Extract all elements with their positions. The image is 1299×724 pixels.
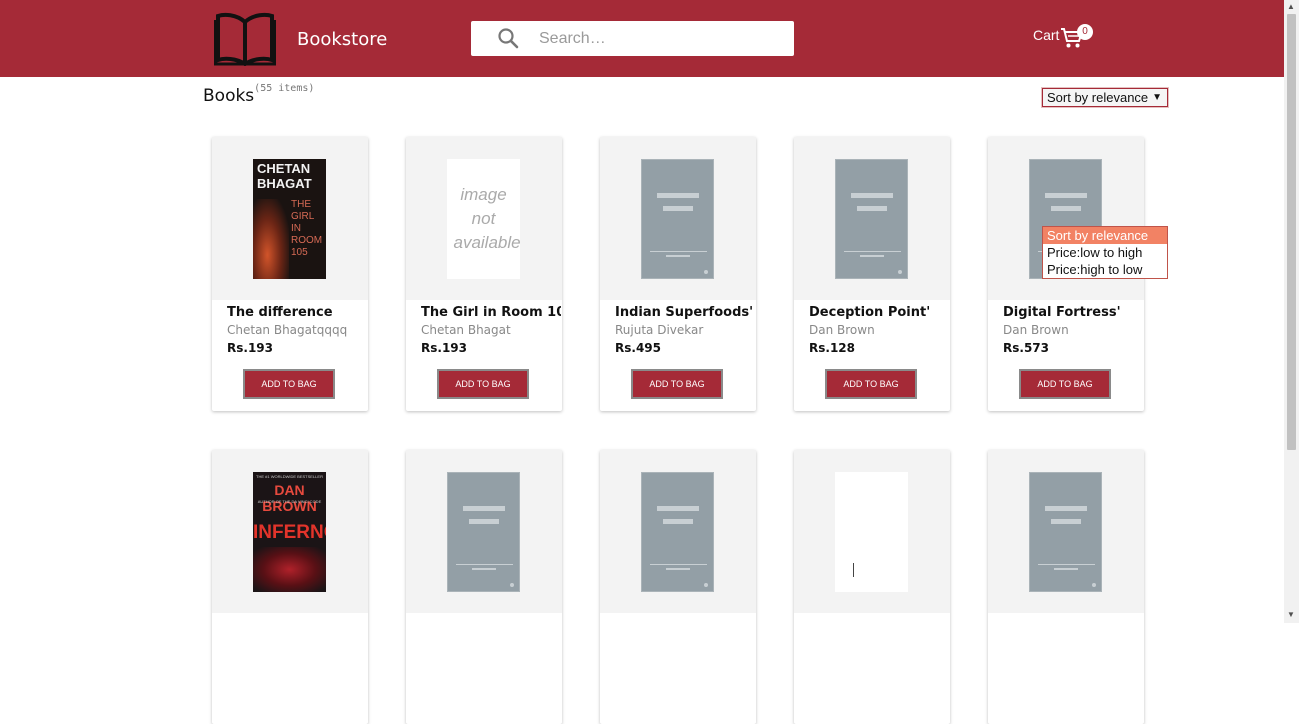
book-cover-image[interactable]: CHETAN BHAGAT THE GIRL IN ROOM 105 [253,159,326,279]
sort-option-price-high-low[interactable]: Price:high to low [1043,261,1167,278]
book-title[interactable]: Indian Superfoods' [615,305,755,320]
book-card[interactable]: image not available The Girl in Room 105… [406,137,562,411]
book-image-area [406,450,562,613]
book-card[interactable] [988,450,1144,724]
cover-author: DAN BROWN [262,482,317,514]
book-card[interactable] [406,450,562,724]
book-card[interactable]: THE #1 WORLDWIDE BESTSELLER DAN BROWN AU… [212,450,368,724]
book-cover-image[interactable]: image not available [447,159,521,279]
sort-option-price-low-high[interactable]: Price:low to high [1043,244,1167,261]
book-author: Chetan Bhagatqqqq [227,323,348,337]
book-author: Dan Brown [809,323,875,337]
book-title[interactable]: Deception Point' [809,305,949,320]
sort-dropdown-menu: Sort by relevance Price:low to high Pric… [1042,226,1168,279]
book-card[interactable]: Deception Point' Dan Brown Rs.128 ADD TO… [794,137,950,411]
book-title[interactable]: The Girl in Room 105' [421,305,561,320]
cover-art [253,199,289,279]
scroll-up-arrow-icon[interactable]: ▲ [1287,2,1295,11]
cover-title: THE GIRL IN ROOM 105 [291,199,323,258]
dropdown-arrow-icon: ▼ [1152,92,1162,103]
book-card[interactable]: Indian Superfoods' Rujuta Divekar Rs.495… [600,137,756,411]
cover-author: CHETAN BHAGAT [257,161,312,191]
book-cover-image[interactable] [835,159,908,279]
book-author: Dan Brown [1003,323,1069,337]
search-bar[interactable] [471,21,794,56]
add-to-bag-button[interactable]: ADD TO BAG [1019,369,1111,399]
book-image-area [600,137,756,300]
book-card[interactable] [794,450,950,724]
vertical-scrollbar[interactable]: ▲ ▼ [1284,0,1299,623]
cover-art [253,547,326,592]
sort-option-relevance[interactable]: Sort by relevance [1043,227,1167,244]
sort-select[interactable]: Sort by relevance ▼ [1042,88,1168,107]
cover-title: INFERNO [253,522,326,543]
book-price: Rs.573 [1003,341,1049,355]
book-image-area: CHETAN BHAGAT THE GIRL IN ROOM 105 [212,137,368,300]
scrollbar-thumb[interactable] [1287,14,1296,450]
add-to-bag-button[interactable]: ADD TO BAG [631,369,723,399]
sort-selected-value: Sort by relevance [1047,90,1149,105]
book-cover-image[interactable] [835,472,908,592]
book-image-area [794,137,950,300]
book-logo-icon[interactable] [214,10,276,66]
book-price: Rs.495 [615,341,661,355]
page-title: Books [203,86,255,106]
book-cover-image[interactable] [641,472,714,592]
book-card[interactable]: CHETAN BHAGAT THE GIRL IN ROOM 105 The d… [212,137,368,411]
book-card[interactable] [600,450,756,724]
book-image-area [988,450,1144,613]
scroll-down-arrow-icon[interactable]: ▼ [1287,610,1295,619]
book-price: Rs.193 [421,341,467,355]
page-heading: Books(55 items) [203,82,315,106]
book-image-area: image not available [406,137,562,300]
book-title[interactable]: Digital Fortress' [1003,305,1143,320]
add-to-bag-button[interactable]: ADD TO BAG [437,369,529,399]
brand-name[interactable]: Bookstore [297,29,387,50]
book-author: Chetan Bhagat [421,323,511,337]
cover-subtitle: AUTHOR OF THE DA VINCI CODE [257,499,322,504]
book-cover-image[interactable]: THE #1 WORLDWIDE BESTSELLER DAN BROWN AU… [253,472,326,592]
search-icon [498,28,519,49]
book-image-area [600,450,756,613]
book-image-area: THE #1 WORLDWIDE BESTSELLER DAN BROWN AU… [212,450,368,613]
add-to-bag-button[interactable]: ADD TO BAG [243,369,335,399]
book-cover-image[interactable] [1029,472,1102,592]
image-not-available-text: image not available [453,185,521,252]
cover-tagline: THE #1 WORLDWIDE BESTSELLER [256,474,323,479]
cart-count-badge: 0 [1077,24,1093,40]
search-input[interactable] [539,21,779,56]
book-cover-image[interactable] [641,159,714,279]
book-price: Rs.128 [809,341,855,355]
add-to-bag-button[interactable]: ADD TO BAG [825,369,917,399]
cart-button[interactable]: Cart 0 [1033,24,1093,50]
book-cover-image[interactable] [447,472,520,592]
item-count: (55 items) [254,82,315,94]
book-author: Rujuta Divekar [615,323,704,337]
top-app-bar: Bookstore Cart 0 [0,0,1284,77]
book-price: Rs.193 [227,341,273,355]
book-image-area [794,450,950,613]
cart-label: Cart [1033,27,1060,43]
book-title[interactable]: The difference [227,305,367,320]
